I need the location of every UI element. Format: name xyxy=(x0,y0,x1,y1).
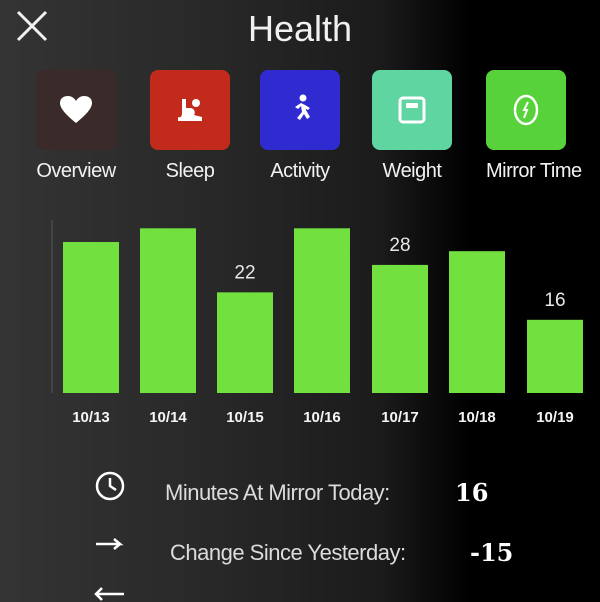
x-tick-label: 10/14 xyxy=(149,409,187,426)
tab-weight[interactable]: Weight xyxy=(372,70,452,183)
minutes-at-mirror-value: 16 xyxy=(455,478,489,507)
bar-10/13 xyxy=(63,242,119,393)
tab-label: Mirror Time xyxy=(486,160,582,182)
tab-activity[interactable]: Activity xyxy=(260,70,340,183)
change-since-yesterday-label: Change Since Yesterday: xyxy=(170,540,406,565)
x-tick-label: 10/17 xyxy=(381,409,419,426)
bar-10/14 xyxy=(140,228,196,393)
mirror-time-bar-chart: 10/13 10/14 22 10/15 10/16 28 10/17 10/18 16 10/1… xyxy=(51,220,583,426)
data-label: 16 xyxy=(544,290,565,311)
running-icon xyxy=(295,94,310,120)
sleep-tile[interactable] xyxy=(150,70,230,150)
x-tick-label: 10/15 xyxy=(226,409,264,426)
activity-tile[interactable] xyxy=(260,70,340,150)
minutes-row: Minutes At Mirror Today: 16 xyxy=(0,468,600,508)
scale-icon xyxy=(398,96,426,124)
x-tick-label: 10/19 xyxy=(536,409,574,426)
tab-label: Overview xyxy=(36,160,116,182)
x-tick-label: 10/16 xyxy=(303,409,341,426)
page-title: Health xyxy=(247,8,353,49)
tab-overview[interactable]: Overview xyxy=(36,70,116,183)
bar-10/18 xyxy=(449,251,505,393)
mirror-time-tile[interactable] xyxy=(486,70,566,150)
tab-label: Sleep xyxy=(165,160,215,182)
tab-label: Weight xyxy=(382,160,442,182)
tab-sleep[interactable]: Sleep xyxy=(150,70,230,183)
change-since-yesterday-value: -15 xyxy=(470,538,514,567)
mirror-icon xyxy=(513,94,539,126)
clock-icon xyxy=(95,471,125,501)
tab-label: Activity xyxy=(270,160,330,182)
change-row: Change Since Yesterday: -15 xyxy=(0,530,600,570)
x-tick-label: 10/13 xyxy=(72,409,110,426)
bar-10/19 xyxy=(527,319,583,393)
tab-mirror-time[interactable]: Mirror Time xyxy=(486,70,582,183)
weight-tile[interactable] xyxy=(372,70,452,150)
sleep-icon xyxy=(178,99,202,121)
stats-panel: Minutes At Mirror Today: 16 Change Since… xyxy=(0,460,600,602)
minutes-at-mirror-label: Minutes At Mirror Today: xyxy=(165,480,390,505)
data-label: 28 xyxy=(389,235,410,256)
arrows-icon xyxy=(94,587,124,601)
bar-10/17 xyxy=(372,264,428,393)
x-tick-label: 10/18 xyxy=(458,409,496,426)
bar-10/16 xyxy=(294,228,350,393)
arrow-right-icon xyxy=(96,538,124,550)
category-tabs: Overview Sleep Activity Weight Mirror Ti… xyxy=(0,70,600,190)
heart-icon xyxy=(60,96,92,123)
bar-10/15 xyxy=(217,292,273,393)
overview-tile[interactable] xyxy=(36,70,116,150)
data-label: 22 xyxy=(234,262,255,283)
